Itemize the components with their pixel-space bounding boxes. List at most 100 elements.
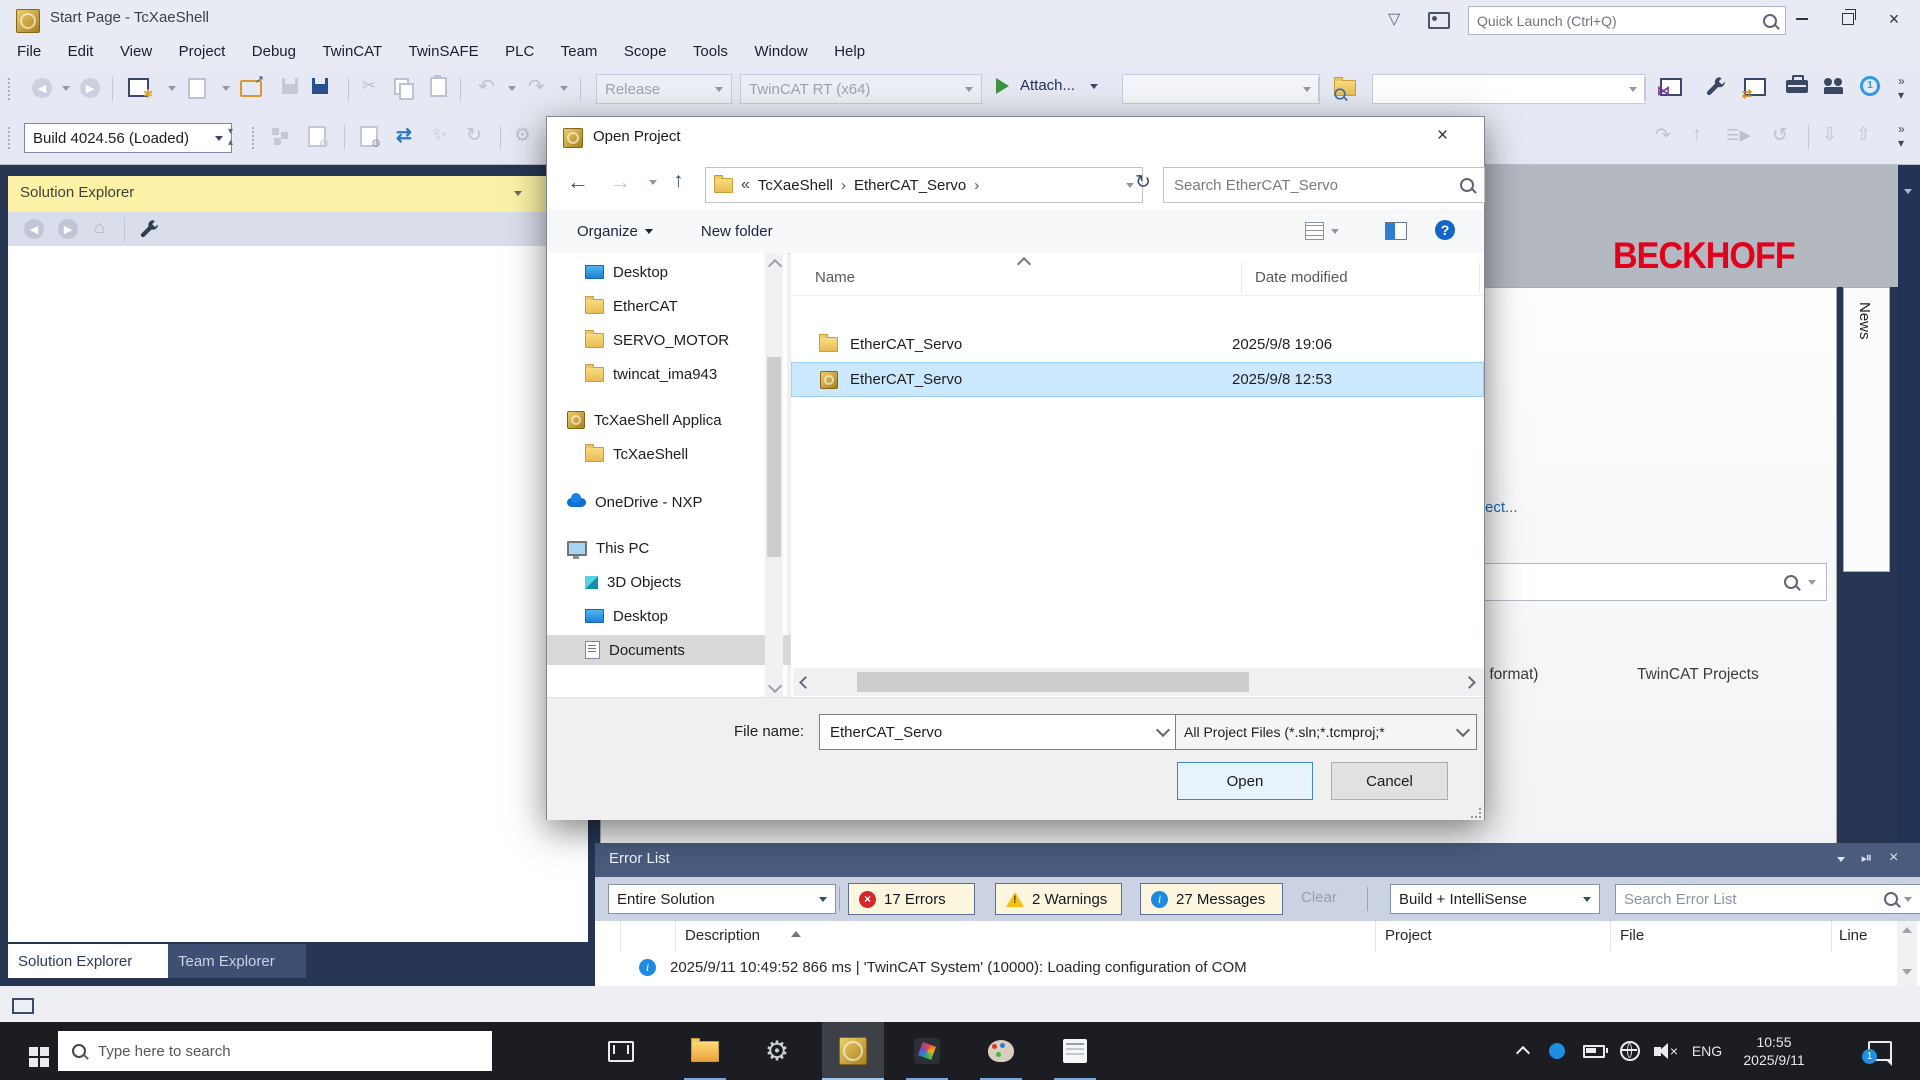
- new-project-icon[interactable]: ✱: [128, 78, 149, 97]
- start-search-icon[interactable]: [1784, 575, 1798, 589]
- menu-twincat[interactable]: TwinCAT: [311, 40, 393, 63]
- task-view-button[interactable]: [596, 1022, 646, 1080]
- menu-window[interactable]: Window: [743, 40, 818, 63]
- sidebar-item-3d-objects[interactable]: 3D Objects: [585, 567, 795, 597]
- file-row-solution-selected[interactable]: EtherCAT_Servo 2025/9/8 12:53: [791, 362, 1484, 397]
- sidebar-scrollbar[interactable]: [765, 253, 783, 697]
- sidebar-scroll-up-icon[interactable]: [768, 259, 782, 273]
- toolbar-grip[interactable]: [8, 78, 14, 100]
- nav-history-dropdown-icon[interactable]: [649, 180, 657, 185]
- open-button[interactable]: Open: [1177, 762, 1313, 800]
- add-item-icon[interactable]: [188, 78, 206, 99]
- se-properties-wrench-icon[interactable]: [140, 219, 159, 238]
- close-button[interactable]: ×: [1874, 4, 1914, 34]
- find-in-files-icon[interactable]: [1334, 80, 1356, 96]
- open-project-link-truncated[interactable]: ect...: [1485, 499, 1518, 516]
- redo-icon[interactable]: ↷: [528, 74, 545, 99]
- build-version-combo[interactable]: Build 4024.56 (Loaded): [24, 123, 232, 153]
- battery-icon[interactable]: [1578, 1022, 1610, 1080]
- open-file-icon[interactable]: ↗: [240, 80, 262, 97]
- col-line[interactable]: Line: [1839, 927, 1867, 944]
- tray-app-icon[interactable]: [1542, 1022, 1572, 1080]
- action-center-icon[interactable]: 1: [1852, 1022, 1908, 1080]
- el-pin-icon[interactable]: ⏯: [1861, 849, 1872, 866]
- toolbar2-overflow-icon[interactable]: ▾▴: [228, 126, 233, 148]
- search-target-combo[interactable]: [1372, 74, 1646, 104]
- file-explorer-taskbar-icon[interactable]: [676, 1022, 734, 1080]
- navigate-back-icon[interactable]: ◀: [32, 78, 52, 98]
- attach-play-icon[interactable]: [996, 78, 1009, 94]
- view-mode-dropdown-icon[interactable]: [1331, 229, 1339, 234]
- hscroll-right-icon[interactable]: [1463, 676, 1476, 689]
- dock-menu-icon[interactable]: [1904, 189, 1912, 194]
- loop-icon[interactable]: ↺: [1772, 124, 1788, 147]
- media-app-taskbar-icon[interactable]: [898, 1022, 956, 1080]
- menu-help[interactable]: Help: [823, 40, 876, 63]
- refresh-icon[interactable]: ↻: [1135, 171, 1151, 194]
- col-project[interactable]: Project: [1385, 927, 1432, 944]
- clock[interactable]: 10:55 2025/9/11: [1734, 1022, 1814, 1080]
- se-back-icon[interactable]: ◀: [24, 219, 44, 239]
- settings-file-icon[interactable]: ⚙: [308, 126, 326, 147]
- hscroll-thumb[interactable]: [857, 672, 1249, 692]
- paste-icon[interactable]: [430, 77, 447, 97]
- solution-platforms-combo[interactable]: TwinCAT RT (x64): [740, 74, 982, 104]
- organize-button[interactable]: Organize: [577, 223, 653, 240]
- restore-button[interactable]: [1828, 4, 1868, 34]
- file-name-input[interactable]: EtherCAT_Servo: [819, 714, 1179, 750]
- dialog-search-input[interactable]: Search EtherCAT_Servo: [1163, 167, 1485, 203]
- start-page-search-box[interactable]: [1470, 563, 1827, 601]
- scroll-down-icon[interactable]: [1902, 969, 1912, 975]
- feedback-icon[interactable]: [1428, 12, 1450, 29]
- error-list-row[interactable]: i 2025/9/11 10:49:52 866 ms | 'TwinCAT S…: [595, 951, 1920, 983]
- se-window-menu-icon[interactable]: [514, 191, 522, 196]
- col-name[interactable]: Name: [815, 269, 855, 286]
- wrench-icon[interactable]: [1706, 76, 1726, 96]
- toolbar-overflow-icon[interactable]: »▾: [1898, 74, 1905, 102]
- menu-edit[interactable]: Edit: [57, 40, 105, 63]
- attach-dropdown-icon[interactable]: [1090, 84, 1098, 89]
- col-description[interactable]: Description: [685, 927, 760, 944]
- navigate-back-dropdown-icon[interactable]: [62, 86, 70, 91]
- modules-icon[interactable]: [272, 128, 290, 146]
- quick-launch-input[interactable]: Quick Launch (Ctrl+Q): [1468, 6, 1786, 35]
- breadcrumb-segment-tcxaeshell[interactable]: TcXaeShell: [758, 177, 833, 194]
- sidebar-scroll-thumb[interactable]: [767, 357, 781, 557]
- error-search-icon[interactable]: [1884, 892, 1898, 906]
- sidebar-item-twincat-ima943[interactable]: twincat_ima943: [585, 359, 795, 389]
- language-indicator[interactable]: ENG: [1686, 1022, 1728, 1080]
- menu-file[interactable]: File: [6, 40, 52, 63]
- window-switch-icon[interactable]: ⇄: [1744, 78, 1766, 96]
- notepad-taskbar-icon[interactable]: [1046, 1022, 1104, 1080]
- toolbar-grip-3[interactable]: [252, 127, 258, 149]
- sidebar-scroll-down-icon[interactable]: [768, 679, 782, 693]
- sidebar-item-servo-motor[interactable]: SERVO_MOTOR: [585, 325, 795, 355]
- sidebar-item-ethercat[interactable]: EtherCAT: [585, 291, 795, 321]
- error-scope-combo[interactable]: Entire Solution: [608, 884, 836, 914]
- errors-toggle-button[interactable]: ×17 Errors: [848, 883, 975, 915]
- new-folder-button[interactable]: New folder: [701, 223, 773, 240]
- step-out-icon[interactable]: ↑: [1692, 124, 1702, 146]
- tab-solution-explorer[interactable]: Solution Explorer: [8, 944, 170, 978]
- run-list-icon[interactable]: ☰▶: [1726, 126, 1751, 144]
- preview-pane-icon[interactable]: [1385, 222, 1407, 240]
- se-forward-icon[interactable]: ▶: [58, 219, 78, 239]
- error-list-scrollbar[interactable]: [1897, 921, 1917, 986]
- sidebar-item-this-pc[interactable]: This PC: [567, 533, 777, 563]
- help-icon[interactable]: ?: [1435, 220, 1455, 240]
- menu-view[interactable]: View: [109, 40, 163, 63]
- scroll-up-icon[interactable]: [1902, 927, 1912, 933]
- error-search-input[interactable]: Search Error List: [1615, 884, 1920, 914]
- paint-taskbar-icon[interactable]: [972, 1022, 1030, 1080]
- messages-toggle-button[interactable]: i27 Messages: [1140, 883, 1283, 915]
- c1-extension-icon[interactable]: 1: [1860, 76, 1880, 96]
- filter-icon[interactable]: ▽: [1388, 9, 1400, 29]
- sidebar-item-documents[interactable]: Documents: [547, 635, 799, 665]
- sidebar-item-onedrive-nxp[interactable]: OneDrive - NXP: [567, 487, 777, 517]
- toolbar-grip-2[interactable]: [8, 127, 14, 149]
- save-icon[interactable]: [282, 78, 298, 94]
- new-project-dropdown-icon[interactable]: [168, 86, 176, 91]
- menu-team[interactable]: Team: [550, 40, 609, 63]
- undo-icon[interactable]: ↶: [478, 74, 495, 99]
- team-icon[interactable]: [1824, 78, 1850, 94]
